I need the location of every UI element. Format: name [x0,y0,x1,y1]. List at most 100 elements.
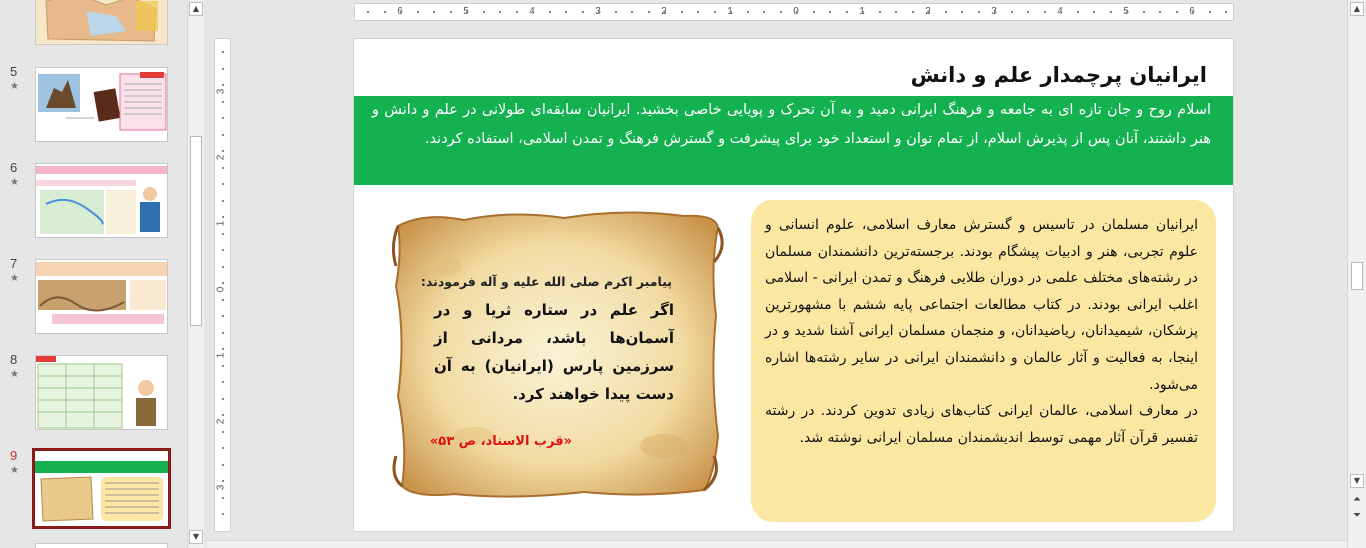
ruler-tick [222,381,224,383]
ruler-tick [222,199,224,202]
ruler-tick [222,117,224,119]
ruler-tick [222,348,224,350]
slide-thumbnail-4[interactable] [35,0,168,45]
horizontal-ruler: 6 5 4 3 2 1 0 1 2 3 4 5 6 [354,3,1234,21]
ruler-tick [631,11,633,13]
ruler-tick [222,496,224,499]
ruler-tick [222,414,224,416]
ruler-tick [367,11,369,13]
ruler-label: 1 [215,220,227,227]
ruler-tick [222,133,224,136]
body-paragraph-2: در معارف اسلامی، عالمان ایرانی کتاب‌های … [765,403,1198,446]
scroll-up-arrow-icon[interactable]: ▲ [1350,2,1364,16]
animation-star-icon: ★ [10,177,19,188]
intro-text-box[interactable]: اسلام روح و جان تازه ای به جامعه و فرهنگ… [354,96,1233,185]
ruler-tick [977,11,980,13]
ruler-tick [222,282,224,284]
ruler-label: 0 [215,286,227,293]
ruler-tick [416,11,419,13]
ruler-tick [1093,11,1095,13]
slide-number: 5 [10,64,18,79]
ruler-tick [994,11,996,13]
ruler-tick [433,11,435,13]
slide-title[interactable]: ایرانیان پرچمدار علم و دانش [911,63,1207,87]
ruler-tick [812,11,815,13]
slide-number: 8 [10,352,18,367]
ruler-tick [1142,11,1145,13]
ruler-tick [746,11,749,13]
slide-thumbnail-9-selected[interactable] [32,448,171,529]
slide-canvas[interactable]: ایرانیان پرچمدار علم و دانش اسلام روح و … [353,38,1234,532]
slide-thumbnail-5[interactable] [35,67,168,142]
ruler-label: 1 [215,352,227,359]
scroll-down-arrow-icon[interactable]: ▼ [1350,474,1364,488]
ruler-tick [763,11,765,13]
slide-number: 6 [10,160,18,175]
ruler-tick [222,84,224,86]
ruler-tick [222,364,224,367]
ruler-tick [222,513,224,515]
ruler-tick [1060,11,1062,13]
slide-thumbnail-7[interactable] [35,259,168,334]
scrollbar-thumb[interactable] [190,136,202,326]
ruler-tick [796,11,798,13]
ruler-tick [697,11,699,13]
ruler-tick [1208,11,1211,13]
ruler-tick [928,11,930,13]
scroll-up-arrow-icon[interactable]: ▲ [189,2,203,16]
ruler-tick [222,331,224,334]
ruler-tick [664,11,666,13]
slide-thumbnail-pane: 5 ★ 6 ★ 7 ★ 8 ★ 9 ★ ▲ ▼ [0,0,206,548]
ruler-tick [944,11,947,13]
ruler-tick [565,11,567,13]
ruler-tick [713,11,716,13]
slide-number: 9 [10,448,18,463]
ruler-tick [548,11,551,13]
ruler-label: 3 [215,484,227,491]
scroll-down-arrow-icon[interactable]: ▼ [189,530,203,544]
slide-thumbnail-10[interactable] [35,543,168,548]
slide-thumbnail-6[interactable] [35,163,168,238]
slide-thumbnail-8[interactable] [35,355,168,430]
ruler-tick [222,397,224,400]
ruler-tick [680,11,683,13]
ruler-tick [466,11,468,13]
powerpoint-window: 5 ★ 6 ★ 7 ★ 8 ★ 9 ★ ▲ ▼ 3 2 1 0 1 2 3 ای… [0,0,1366,548]
ruler-tick [1043,11,1046,13]
thumbnail-scrollbar[interactable]: ▲ ▼ [187,0,204,548]
ruler-tick [614,11,617,13]
animation-star-icon: ★ [10,465,19,476]
ruler-tick [1159,11,1161,13]
next-slide-icon[interactable]: ⏷ [1350,510,1364,524]
ruler-tick [222,298,224,301]
ruler-tick [532,11,534,13]
ruler-tick [222,315,224,317]
ruler-tick [222,265,224,268]
quote-text: اگر علم در ستاره ثریا و در آسمان‌ها باشد… [434,301,674,403]
animation-star-icon: ★ [10,369,19,380]
ruler-tick [862,11,864,13]
ruler-tick [779,11,782,13]
ruler-tick [222,166,224,169]
parchment-quote-box[interactable]: پیامبر اکرم صلی الله علیه و آله فرمودند:… [384,206,724,501]
ruler-tick [878,11,881,13]
ruler-tick [515,11,518,13]
ruler-tick [222,430,224,433]
ruler-tick [647,11,650,13]
quote-source: «قرب الاسناد، ص ۵۳» [429,434,572,449]
ruler-tick [1192,11,1194,13]
main-body-text-box[interactable]: ایرانیان مسلمان در تاسیس و گسترش معارف ا… [751,200,1216,522]
ruler-tick [482,11,485,13]
ruler-label: 2 [215,418,227,425]
ruler-tick [1010,11,1013,13]
slide-scrollbar[interactable]: ▲ ▼ ⏶ ⏷ [1347,0,1366,548]
ruler-tick [1027,11,1029,13]
ruler-tick [961,11,963,13]
scrollbar-thumb[interactable] [1351,262,1363,290]
ruler-tick [895,11,897,13]
previous-slide-icon[interactable]: ⏶ [1350,494,1364,508]
ruler-tick [1126,11,1128,13]
animation-star-icon: ★ [10,81,19,92]
ruler-tick [222,67,224,70]
horizontal-scrollbar[interactable] [207,540,1347,548]
